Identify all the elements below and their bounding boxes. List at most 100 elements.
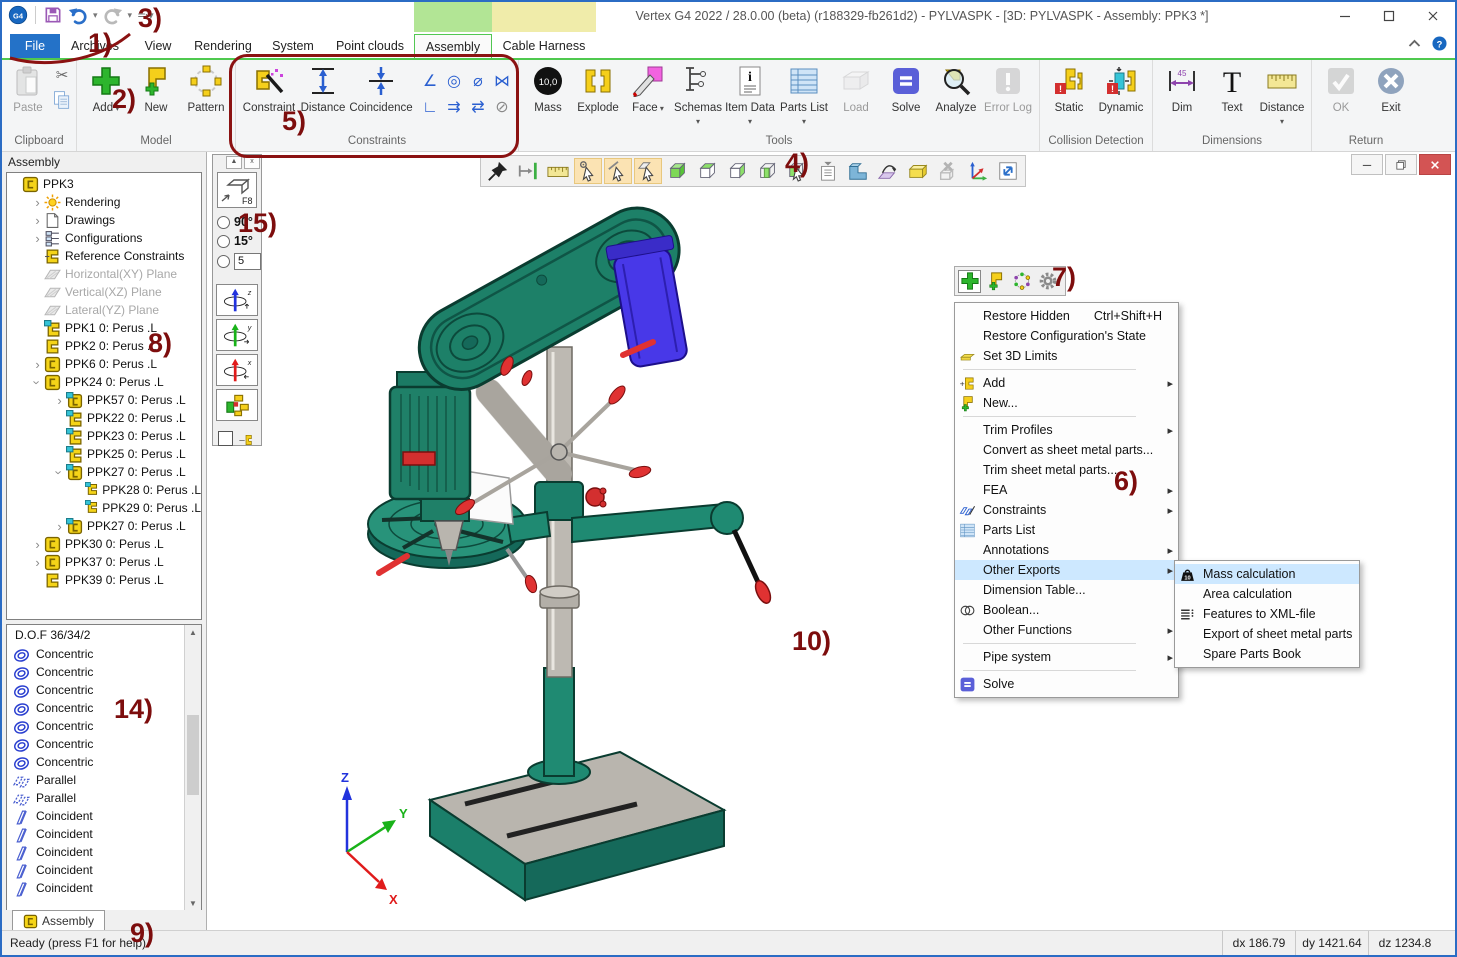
viewport-tool[interactable] <box>514 158 542 184</box>
viewport-tool[interactable] <box>814 158 842 184</box>
radio-icon[interactable] <box>217 235 230 248</box>
tree-item[interactable]: Horizontal(XY) Plane <box>7 265 201 283</box>
viewport-tool[interactable] <box>844 158 872 184</box>
tree-item[interactable]: PPK2 0: Perus .L <box>7 337 201 355</box>
menu-item[interactable]: Solve <box>955 674 1178 694</box>
constraint-mini-icon[interactable]: ∟ <box>418 96 442 122</box>
mini-tool[interactable] <box>1036 270 1059 293</box>
tree-item[interactable]: Drawings <box>7 211 201 229</box>
constraint-mini-icon[interactable]: ⇄ <box>466 96 490 122</box>
menu-item[interactable]: FEA <box>955 480 1178 500</box>
menu-item[interactable]: Trim sheet metal parts... <box>955 460 1178 480</box>
ribbon-tab[interactable]: Point clouds <box>326 34 414 58</box>
dof-item[interactable]: Coincident <box>7 825 201 843</box>
tree-item[interactable]: PPK23 0: Perus .L <box>7 427 201 445</box>
tree-item[interactable]: PPK39 0: Perus .L <box>7 571 201 589</box>
dof-item[interactable]: Parallel <box>7 771 201 789</box>
view-rotate-f8-button[interactable]: F8 <box>217 172 257 208</box>
tree-item[interactable]: PPK57 0: Perus .L <box>7 391 201 409</box>
tree-expander[interactable] <box>31 555 44 570</box>
ribbon-button[interactable]: 10,0 Mass <box>523 62 573 114</box>
dof-item[interactable]: Coincident <box>7 879 201 897</box>
help-icon[interactable]: ? <box>1432 36 1447 51</box>
ribbon-button[interactable]: i Item Data <box>723 62 777 128</box>
dof-item[interactable]: Concentric <box>7 753 201 771</box>
palette-collapse-icon[interactable]: ▲ <box>226 156 242 169</box>
tree-item[interactable]: PPK24 0: Perus .L <box>7 373 201 391</box>
maximize-button[interactable] <box>1367 2 1411 30</box>
submenu-item[interactable]: Spare Parts Book <box>1175 644 1359 664</box>
tree-expander[interactable] <box>53 465 66 480</box>
tree-item[interactable]: Lateral(YZ) Plane <box>7 301 201 319</box>
viewport-tool[interactable] <box>754 158 782 184</box>
ribbon-button[interactable]: ! Dynamic <box>1094 62 1148 114</box>
scroll-down-icon[interactable]: ▼ <box>185 896 201 911</box>
ribbon-button[interactable]: Face <box>623 62 673 115</box>
angle-option[interactable]: 15° <box>213 229 261 248</box>
ribbon-button[interactable]: Analyze <box>931 62 981 114</box>
menu-item[interactable]: Dimension Table... <box>955 580 1178 600</box>
menu-item[interactable] <box>955 640 1178 647</box>
viewport-3d[interactable]: Z Y X ▲ x F8 <box>207 152 1455 930</box>
ribbon-button[interactable]: Solve <box>881 62 931 114</box>
tree-expander[interactable] <box>53 393 66 408</box>
menu-item[interactable]: Boolean... <box>955 600 1178 620</box>
doc-minimize-button[interactable] <box>1351 154 1383 175</box>
viewport-tool[interactable] <box>724 158 752 184</box>
submenu-item[interactable]: Area calculation <box>1175 584 1359 604</box>
palette-checkbox[interactable] <box>218 431 233 446</box>
tree-item[interactable]: PPK30 0: Perus .L <box>7 535 201 553</box>
dof-item[interactable]: Concentric <box>7 681 201 699</box>
collapse-ribbon-icon[interactable] <box>1407 36 1422 51</box>
ribbon-button[interactable]: Constraint <box>240 62 298 114</box>
ribbon-tab[interactable]: System <box>260 34 326 58</box>
copy-icon[interactable] <box>52 90 72 110</box>
ribbon-button[interactable]: Pattern <box>181 62 231 114</box>
tree-item[interactable]: PPK27 0: Perus .L <box>7 517 201 535</box>
ribbon-button[interactable]: New <box>131 62 181 114</box>
tree-expander[interactable] <box>31 537 44 552</box>
tree-item[interactable]: PPK25 0: Perus .L <box>7 445 201 463</box>
ribbon-tab[interactable]: View <box>130 34 186 58</box>
menu-item[interactable]: + Add <box>955 373 1178 393</box>
viewport-tool[interactable] <box>484 158 512 184</box>
g4-logo-icon[interactable]: G4 <box>8 5 28 25</box>
ribbon-tab[interactable]: File <box>10 34 60 58</box>
viewport-tool[interactable] <box>994 158 1022 184</box>
tree-item[interactable]: Vertical(XZ) Plane <box>7 283 201 301</box>
ribbon-button[interactable]: T Text <box>1207 62 1257 114</box>
menu-item[interactable]: Restore Configuration's State <box>955 326 1178 346</box>
angle-option[interactable]: 90° <box>213 210 261 229</box>
dof-item[interactable]: Concentric <box>7 699 201 717</box>
submenu-item[interactable]: 10 Mass calculation <box>1175 564 1359 584</box>
constraint-mini-icon[interactable]: ⌀ <box>466 70 490 96</box>
cut-icon[interactable]: ✂ <box>52 66 72 86</box>
undo-icon[interactable] <box>68 5 88 25</box>
redo-dropdown-icon[interactable]: ▾ <box>128 10 133 21</box>
mini-tool[interactable] <box>958 270 981 293</box>
viewport-tool[interactable] <box>964 158 992 184</box>
tree-expander[interactable] <box>31 357 44 372</box>
viewport-tool[interactable] <box>544 158 572 184</box>
viewport-tool[interactable] <box>634 158 662 184</box>
viewport-tool[interactable] <box>574 158 602 184</box>
viewport-tool[interactable] <box>874 158 902 184</box>
dof-item[interactable]: Concentric <box>7 735 201 753</box>
ribbon-button[interactable]: ! Static <box>1044 62 1094 114</box>
undo-dropdown-icon[interactable]: ▾ <box>93 10 98 21</box>
tree-item[interactable]: Configurations <box>7 229 201 247</box>
ribbon-button[interactable]: Load <box>831 62 881 114</box>
ribbon-button[interactable]: 45 Dim <box>1157 62 1207 114</box>
menu-item[interactable]: Parts List <box>955 520 1178 540</box>
ribbon-button[interactable]: Error Log <box>981 62 1035 114</box>
close-button[interactable] <box>1411 2 1455 30</box>
constraint-mini-icon[interactable]: ⊘ <box>490 96 514 122</box>
custom-angle-input[interactable]: 5 <box>234 253 261 270</box>
submenu-item[interactable]: Export of sheet metal parts <box>1175 624 1359 644</box>
rotate-axis-button[interactable] <box>216 389 258 421</box>
ribbon-button[interactable]: OK <box>1316 62 1366 114</box>
dof-item[interactable]: Coincident <box>7 861 201 879</box>
dof-item[interactable]: Coincident <box>7 807 201 825</box>
ribbon-button[interactable]: Parts List <box>777 62 831 128</box>
ribbon-button[interactable]: Explode <box>573 62 623 114</box>
